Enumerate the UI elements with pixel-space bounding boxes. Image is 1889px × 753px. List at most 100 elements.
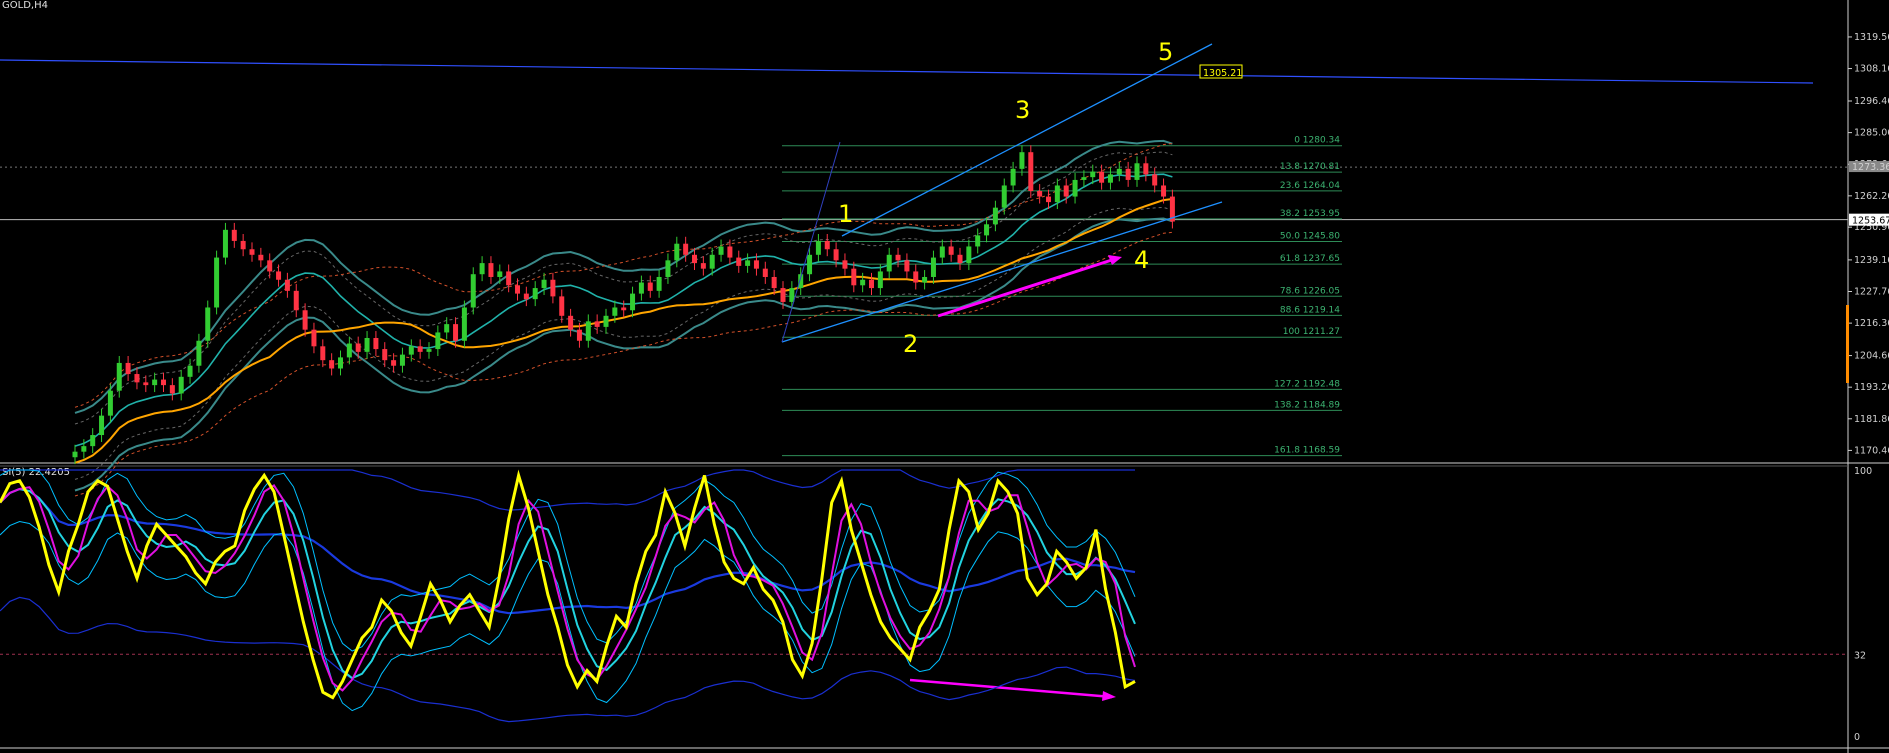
candle-body bbox=[523, 293, 529, 300]
price-tick-label: 1204.66 bbox=[1854, 351, 1889, 362]
candle-body bbox=[284, 279, 290, 291]
candle-body bbox=[966, 246, 972, 264]
wave-label-4: 4 bbox=[1134, 246, 1149, 274]
price-tick-label: 1319.56 bbox=[1854, 32, 1889, 43]
candle-body bbox=[922, 276, 928, 283]
candle-body bbox=[152, 379, 158, 386]
candle-body bbox=[497, 271, 503, 277]
price-tick-label: 1216.36 bbox=[1854, 318, 1889, 329]
candle-body bbox=[373, 337, 379, 350]
candle-body bbox=[125, 362, 131, 375]
candle-body bbox=[930, 257, 936, 277]
candle-body bbox=[692, 254, 697, 264]
candle-body bbox=[807, 254, 813, 275]
candle-body bbox=[346, 343, 352, 358]
price-tick-label: 1170.46 bbox=[1854, 445, 1889, 456]
candle-body bbox=[302, 310, 308, 330]
price-tick-label: 1181.86 bbox=[1854, 414, 1889, 425]
indicator-thin-upper bbox=[0, 469, 1136, 652]
candle-body bbox=[630, 293, 636, 311]
upper-band-dotted bbox=[74, 151, 1173, 425]
candle-body bbox=[886, 254, 892, 272]
candle-body bbox=[1001, 185, 1007, 208]
candle-body bbox=[1054, 185, 1060, 203]
candle-body bbox=[470, 274, 476, 308]
candle-body bbox=[1019, 152, 1025, 169]
candle-body bbox=[1107, 174, 1113, 183]
scroll-marker bbox=[1846, 305, 1849, 383]
candle-body bbox=[240, 240, 246, 250]
candle-body bbox=[320, 346, 326, 361]
candle-body bbox=[1090, 171, 1096, 178]
lower-band-dotted bbox=[74, 206, 1173, 480]
indicator-level-label: 100 bbox=[1854, 466, 1872, 477]
candle-body bbox=[550, 279, 556, 297]
candle-body bbox=[753, 260, 759, 269]
candle-body bbox=[860, 279, 866, 286]
fib-level-label: 78.6 1226.05 bbox=[1280, 286, 1340, 296]
candle-body bbox=[391, 360, 397, 366]
candle-body bbox=[718, 246, 724, 255]
candle-body bbox=[576, 329, 582, 341]
candle-body bbox=[842, 260, 848, 269]
candle-body bbox=[851, 268, 857, 286]
candle-body bbox=[780, 288, 786, 302]
candle-body bbox=[674, 243, 680, 261]
price-tick-label: 1285.06 bbox=[1854, 128, 1889, 139]
candle-body bbox=[541, 279, 547, 289]
candle-body bbox=[214, 257, 220, 308]
candle-body bbox=[99, 415, 105, 436]
candle-body bbox=[833, 249, 839, 261]
wave-label-2: 2 bbox=[903, 330, 918, 358]
upper-price-label: 1273.36 bbox=[1852, 162, 1889, 173]
price-tick-label: 1296.46 bbox=[1854, 96, 1889, 107]
candle-body bbox=[453, 324, 459, 341]
current-price-label: 1253.67 bbox=[1852, 216, 1889, 227]
candle-body bbox=[1010, 168, 1016, 186]
fib-level-label: 161.8 1168.59 bbox=[1274, 446, 1340, 456]
candle-body bbox=[1072, 179, 1078, 197]
candle-body bbox=[267, 260, 273, 272]
candle-body bbox=[1099, 171, 1105, 183]
candle-body bbox=[116, 362, 122, 391]
price-divergence-head bbox=[1108, 255, 1122, 265]
candle-body bbox=[90, 435, 96, 447]
candle-body bbox=[1063, 185, 1069, 197]
candle-body bbox=[1116, 168, 1122, 175]
candle-body bbox=[939, 246, 945, 258]
candle-body bbox=[665, 260, 671, 277]
candle-body bbox=[771, 276, 777, 289]
candle-body bbox=[1134, 163, 1140, 180]
price-tick-label: 1262.26 bbox=[1854, 191, 1889, 202]
candle-body bbox=[877, 271, 883, 289]
indicator-level-label: 0 bbox=[1854, 732, 1860, 743]
candle-body bbox=[338, 357, 343, 369]
price-tick-label: 1227.76 bbox=[1854, 287, 1889, 298]
candle-body bbox=[169, 385, 175, 394]
candle-body bbox=[904, 260, 910, 272]
candle-body bbox=[444, 324, 450, 333]
candle-body bbox=[992, 207, 998, 225]
candle-body bbox=[638, 282, 644, 294]
candle-body bbox=[559, 296, 565, 316]
candle-body bbox=[1152, 174, 1158, 186]
candle-body bbox=[913, 271, 919, 283]
candle-body bbox=[479, 263, 485, 275]
candle-body bbox=[506, 271, 512, 286]
indicator-level-label: 32 bbox=[1854, 650, 1866, 661]
candle-body bbox=[134, 374, 140, 383]
fib-level-label: 61.8 1237.65 bbox=[1280, 254, 1340, 264]
candle-body bbox=[745, 260, 751, 266]
candle-body bbox=[736, 257, 742, 266]
fib-level-label: 13.8 1270.81 bbox=[1280, 162, 1340, 172]
candle-body bbox=[81, 446, 87, 452]
price-tick-label: 1193.26 bbox=[1854, 382, 1889, 393]
fib-level-label: 0 1280.34 bbox=[1294, 136, 1340, 146]
candle-body bbox=[895, 254, 901, 261]
upper-red-band bbox=[74, 143, 1173, 408]
candle-body bbox=[143, 382, 149, 386]
fib-level-label: 138.2 1184.89 bbox=[1274, 400, 1340, 410]
candle-body bbox=[948, 246, 954, 255]
price-chart[interactable]: 1319.561308.161296.461285.061273.661262.… bbox=[0, 0, 1889, 753]
indicator-divergence-arrow bbox=[909, 678, 1113, 699]
